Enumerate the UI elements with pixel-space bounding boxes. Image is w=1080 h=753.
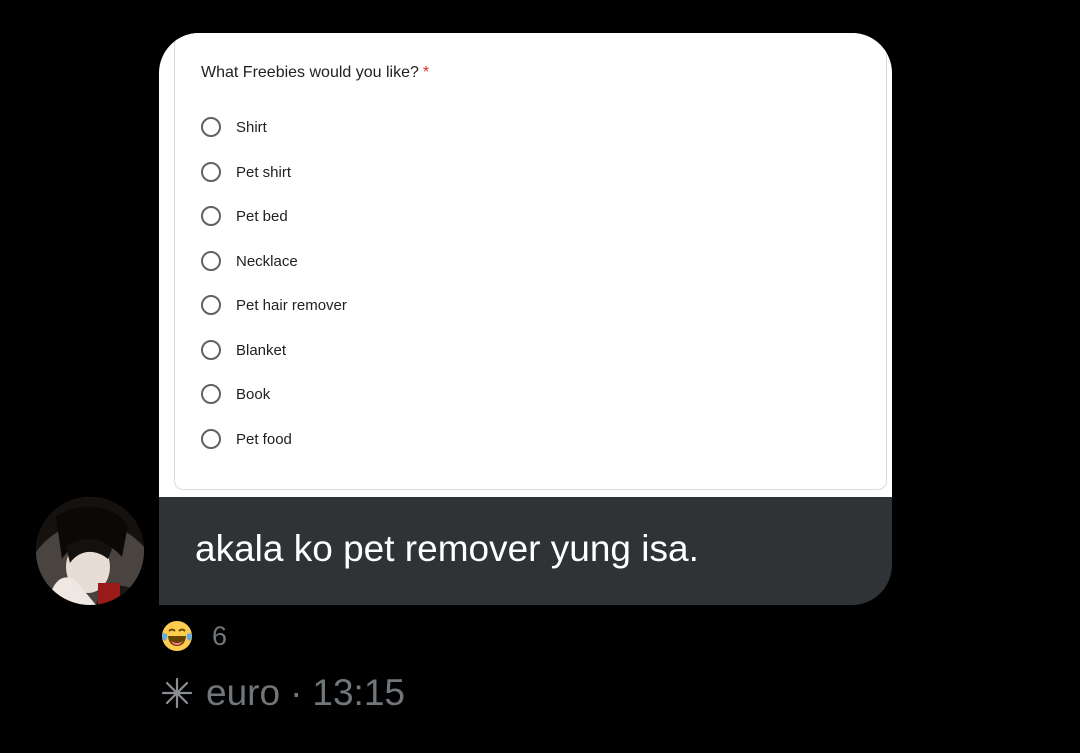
radio-option-label: Shirt (236, 118, 267, 136)
sender-avatar[interactable] (36, 497, 144, 605)
radio-button[interactable] (201, 117, 221, 137)
radio-option[interactable]: Pet shirt (201, 160, 291, 184)
radio-option-label: Blanket (236, 341, 287, 359)
radio-option-label: Book (236, 385, 271, 403)
radio-option[interactable]: Pet hair remover (201, 293, 347, 317)
radio-option[interactable]: Pet bed (201, 204, 288, 228)
avatar-image (36, 497, 144, 605)
reaction[interactable]: 6 (160, 620, 227, 652)
form-card: What Freebies would you like? * Shirt Pet … (175, 33, 886, 489)
radio-button[interactable] (201, 206, 221, 226)
radio-option[interactable]: Pet food (201, 427, 292, 451)
radio-option[interactable]: Blanket (201, 338, 286, 362)
message-time: 13:15 (312, 672, 405, 713)
radio-button[interactable] (201, 429, 221, 449)
sender-name[interactable]: euro (206, 672, 280, 714)
radio-option[interactable]: Book (201, 382, 270, 406)
radio-button[interactable] (201, 295, 221, 315)
question-text: What Freebies would you like? (201, 64, 419, 81)
radio-option[interactable]: Shirt (201, 115, 267, 139)
radio-button[interactable] (201, 384, 221, 404)
reaction-count: 6 (212, 620, 228, 651)
radio-button[interactable] (201, 340, 221, 360)
radio-option[interactable]: Necklace (201, 249, 298, 273)
radio-button[interactable] (201, 251, 221, 271)
radio-option-label: Pet hair remover (236, 296, 347, 314)
sparkle-icon (161, 677, 193, 709)
radio-option-label: Necklace (236, 252, 298, 270)
radio-button[interactable] (201, 162, 221, 182)
meta-separator: · (290, 672, 303, 713)
radio-option-label: Pet food (236, 430, 292, 448)
required-asterisk: * (422, 64, 430, 81)
laughing-crying-emoji-icon (162, 621, 192, 651)
form-question: What Freebies would you like? * (201, 64, 429, 82)
message-bubble: What Freebies would you like? * Shirt Pet … (159, 33, 892, 605)
image-attachment[interactable]: What Freebies would you like? * Shirt Pet … (159, 33, 892, 497)
message-meta: euro · 13:15 (160, 672, 405, 714)
message-text: akala ko pet remover yung isa. (195, 528, 699, 569)
radio-option-label: Pet bed (236, 207, 288, 225)
radio-option-label: Pet shirt (236, 163, 292, 181)
